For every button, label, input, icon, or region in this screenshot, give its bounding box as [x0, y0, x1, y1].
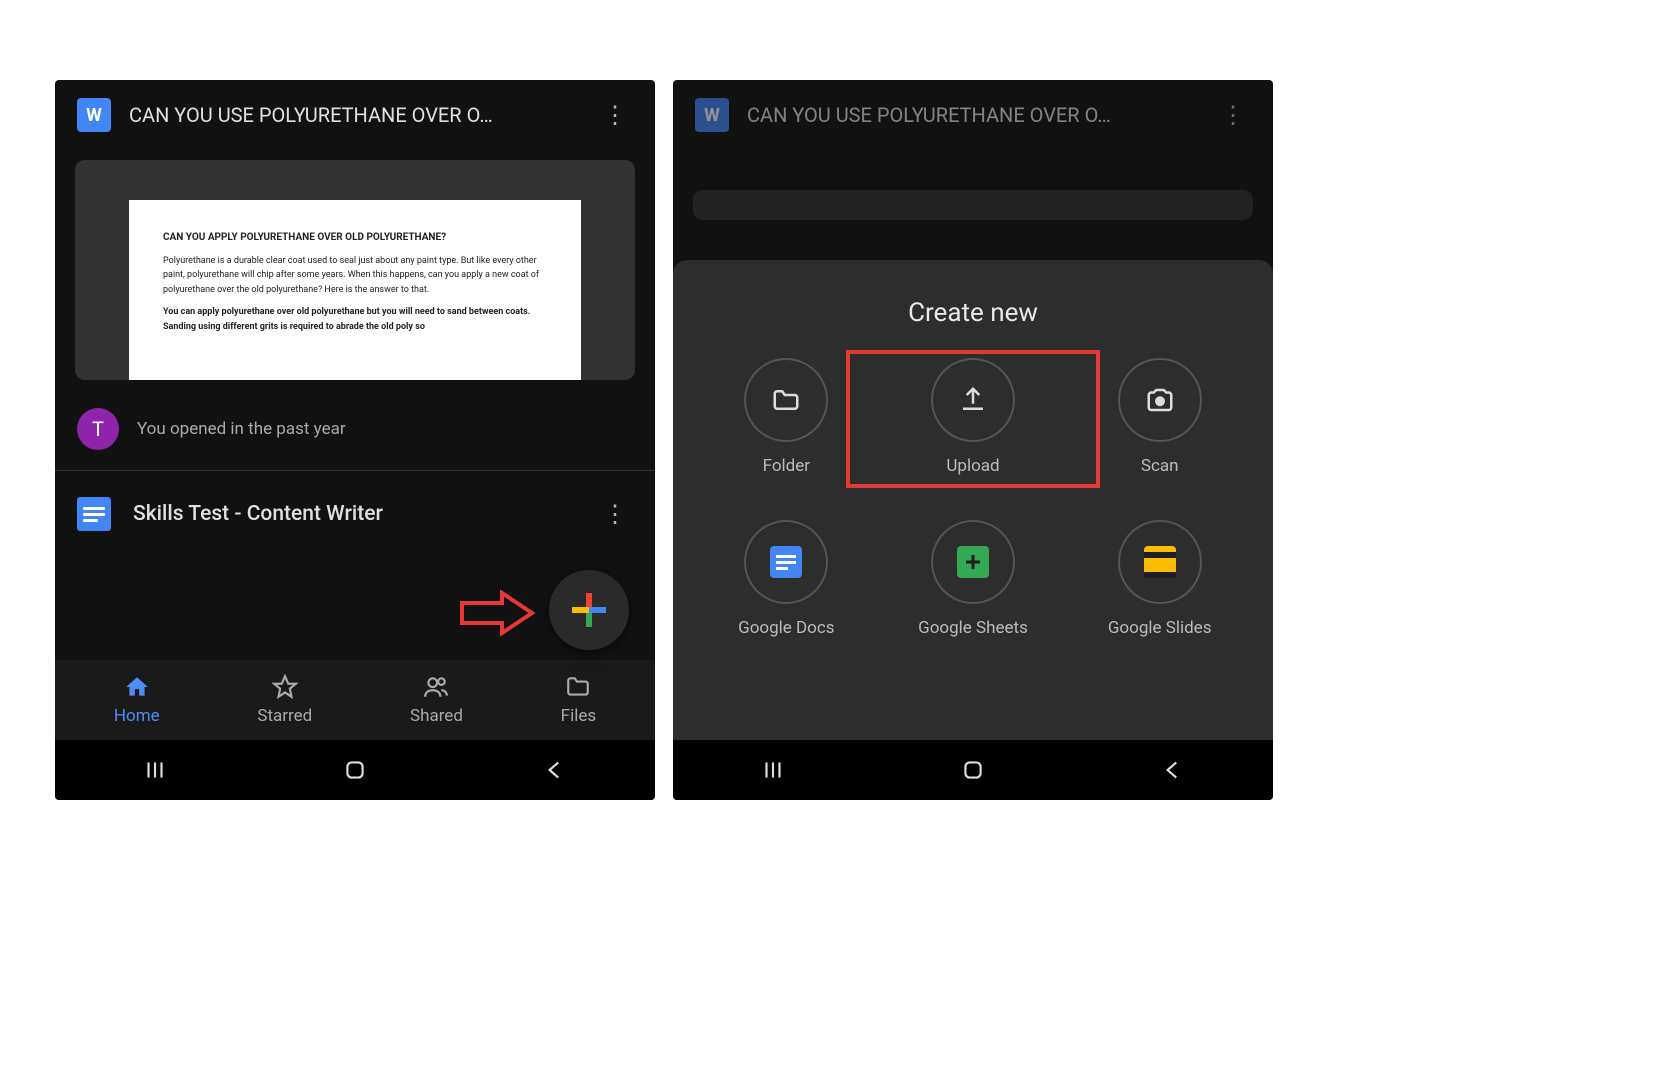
more-icon[interactable]: ⋮ [597, 101, 633, 129]
slides-label: Google Slides [1108, 618, 1212, 638]
doc-para-2: You can apply polyurethane over old poly… [163, 305, 547, 334]
doc-page-thumb: CAN YOU APPLY POLYURETHANE OVER OLD POLY… [129, 200, 581, 380]
google-sheets-icon [957, 546, 989, 578]
doc-heading: CAN YOU APPLY POLYURETHANE OVER OLD POLY… [163, 230, 547, 246]
left-screenshot: W CAN YOU USE POLYURETHANE OVER O… ⋮ CAN… [55, 80, 655, 800]
nav-files-label: Files [561, 706, 596, 726]
upload-label: Upload [946, 456, 999, 476]
right-screenshot: W CAN YOU USE POLYURETHANE OVER O… ⋮ Cre… [673, 80, 1273, 800]
home-button-icon[interactable] [960, 757, 986, 783]
document-preview[interactable]: CAN YOU APPLY POLYURETHANE OVER OLD POLY… [75, 160, 635, 380]
google-docs-icon [77, 497, 111, 531]
activity-row: T You opened in the past year [55, 390, 655, 470]
doc-preview-dim [693, 190, 1253, 220]
create-upload[interactable]: Upload [846, 350, 1101, 488]
create-new-sheet: Create new Folder Upload Scan Google Doc… [673, 260, 1273, 740]
nav-starred-label: Starred [257, 706, 312, 726]
nav-home[interactable]: Home [114, 674, 160, 726]
avatar: T [77, 408, 119, 450]
sheets-label: Google Sheets [918, 618, 1028, 638]
bottom-nav: Home Starred Shared Files [55, 660, 655, 740]
nav-starred[interactable]: Starred [257, 674, 312, 726]
folder-icon [771, 385, 801, 415]
folder-icon [565, 674, 591, 700]
file-2-title: Skills Test - Content Writer [133, 502, 575, 526]
home-button-icon[interactable] [342, 757, 368, 783]
create-slides[interactable]: Google Slides [1066, 520, 1253, 638]
annotation-arrow-icon [457, 588, 537, 638]
create-docs[interactable]: Google Docs [693, 520, 880, 638]
sheet-title: Create new [693, 298, 1253, 328]
plus-icon [572, 593, 606, 627]
upload-icon [958, 385, 988, 415]
google-docs-icon [770, 546, 802, 578]
docs-label: Google Docs [738, 618, 834, 638]
android-nav-bar [673, 740, 1273, 800]
file-card-header-dim: W CAN YOU USE POLYURETHANE OVER O… ⋮ [673, 80, 1273, 150]
back-icon[interactable] [1160, 757, 1186, 783]
nav-home-label: Home [114, 706, 160, 726]
create-scan[interactable]: Scan [1066, 358, 1253, 480]
more-icon[interactable]: ⋮ [597, 500, 633, 528]
create-sheets[interactable]: Google Sheets [880, 520, 1067, 638]
folder-label: Folder [763, 456, 810, 476]
google-slides-icon [1144, 546, 1176, 578]
more-icon: ⋮ [1215, 101, 1251, 129]
star-icon [272, 674, 298, 700]
recents-icon[interactable] [142, 757, 168, 783]
file-title: CAN YOU USE POLYURETHANE OVER O… [129, 103, 579, 127]
home-icon [124, 674, 150, 700]
camera-icon [1145, 385, 1175, 415]
activity-text: You opened in the past year [137, 419, 346, 439]
word-doc-icon: W [77, 98, 111, 132]
recents-icon[interactable] [760, 757, 786, 783]
back-icon[interactable] [542, 757, 568, 783]
file-title-dim: CAN YOU USE POLYURETHANE OVER O… [747, 103, 1197, 127]
scan-label: Scan [1141, 456, 1179, 476]
android-nav-bar [55, 740, 655, 800]
file-row-2[interactable]: Skills Test - Content Writer ⋮ [55, 471, 655, 557]
word-doc-icon: W [695, 98, 729, 132]
nav-shared-label: Shared [410, 706, 463, 726]
file-card-header[interactable]: W CAN YOU USE POLYURETHANE OVER O… ⋮ [55, 80, 655, 150]
people-icon [423, 674, 449, 700]
new-fab-button[interactable] [549, 570, 629, 650]
doc-para-1: Polyurethane is a durable clear coat use… [163, 254, 547, 297]
nav-shared[interactable]: Shared [410, 674, 463, 726]
nav-files[interactable]: Files [561, 674, 596, 726]
